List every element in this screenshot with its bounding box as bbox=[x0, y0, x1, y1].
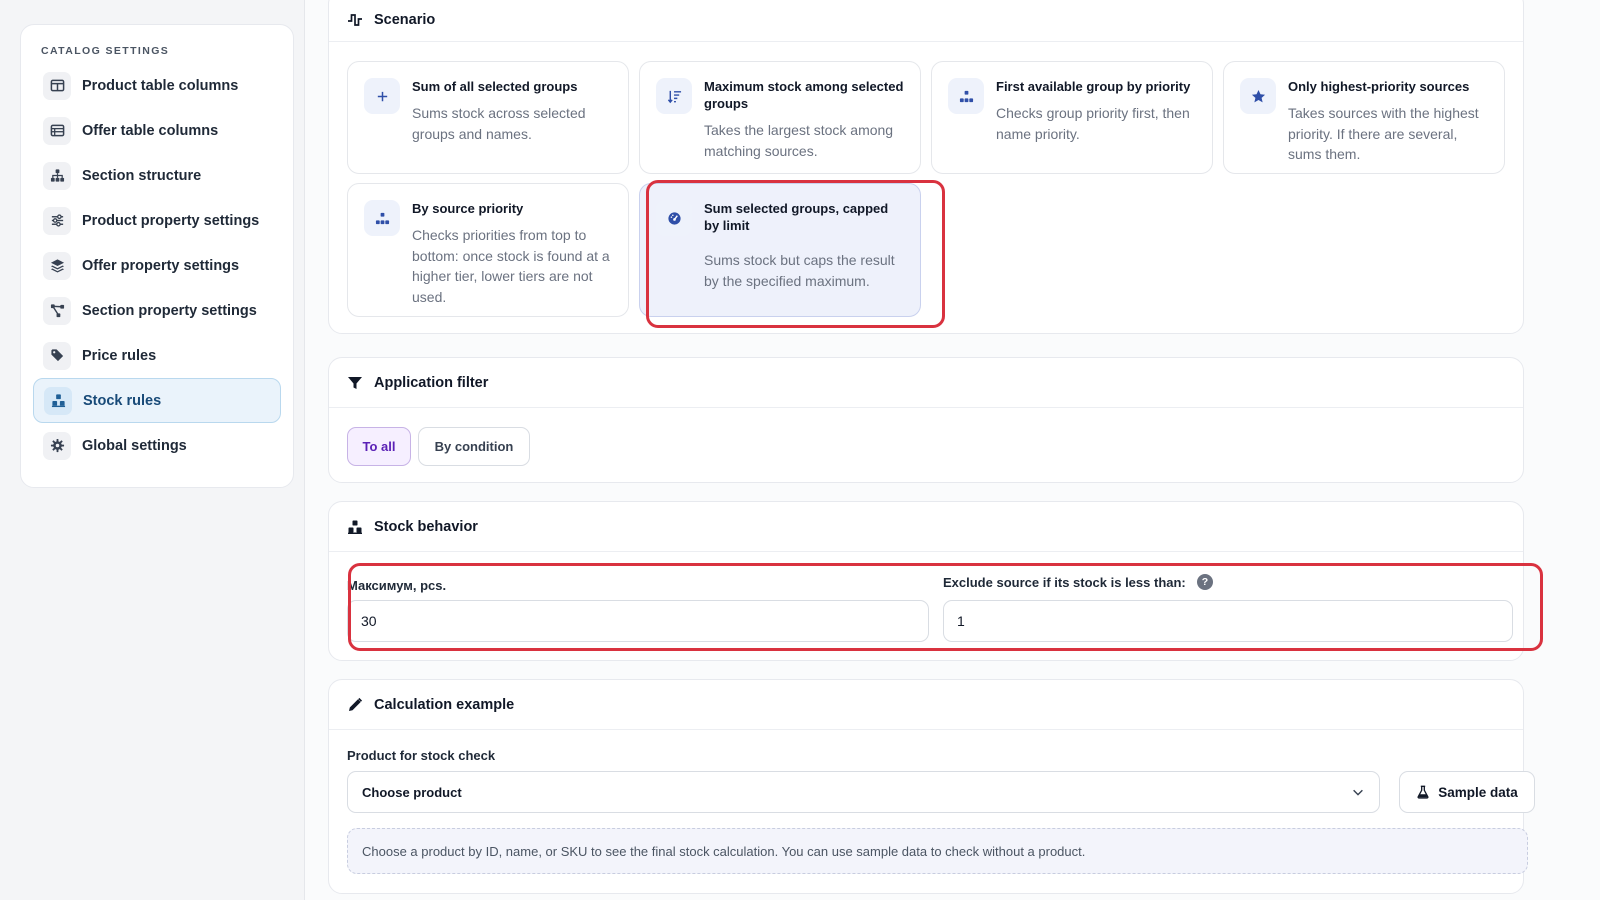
filter-option-to-all[interactable]: To all bbox=[347, 427, 411, 466]
sidebar-item-stock-rules[interactable]: Stock rules bbox=[33, 378, 281, 423]
help-icon[interactable]: ? bbox=[1197, 574, 1213, 590]
sidebar-item-offer-property-settings[interactable]: Offer property settings bbox=[33, 243, 281, 288]
calculation-title: Calculation example bbox=[374, 696, 515, 713]
sidebar-item-label: Section structure bbox=[82, 167, 202, 184]
table-columns-icon bbox=[43, 71, 71, 100]
boxes-icon bbox=[44, 386, 72, 415]
plus-icon bbox=[364, 78, 400, 114]
flask-icon bbox=[1417, 785, 1429, 799]
gauge-icon bbox=[656, 200, 692, 236]
scenario-header: Scenario bbox=[329, 0, 1523, 42]
sidebar-item-global-settings[interactable]: Global settings bbox=[33, 423, 281, 468]
sort-descending-icon bbox=[656, 78, 692, 114]
sidebar-item-price-rules[interactable]: Price rules bbox=[33, 333, 281, 378]
calculation-example-panel: Calculation example Product for stock ch… bbox=[328, 679, 1535, 894]
boxes-icon bbox=[347, 518, 365, 536]
scenario-panel: Scenario Sum of all selected groups Sums… bbox=[328, 0, 1524, 334]
calculation-header: Calculation example bbox=[329, 680, 1523, 730]
card-title: Sum of all selected groups bbox=[412, 79, 578, 94]
scenario-card-first-available[interactable]: First available group by priority Checks… bbox=[931, 61, 1213, 174]
calculation-info: Choose a product by ID, name, or SKU to … bbox=[347, 828, 1528, 874]
card-description: Sums stock across selected groups and na… bbox=[412, 105, 586, 142]
nodes-icon bbox=[43, 296, 71, 325]
product-label: Product for stock check bbox=[347, 748, 496, 763]
hierarchy-icon bbox=[364, 200, 400, 236]
sidebar-item-label: Product table columns bbox=[82, 77, 239, 94]
card-title: Sum selected groups, capped by limit bbox=[704, 201, 889, 233]
scenario-card-sum-all[interactable]: Sum of all selected groups Sums stock ac… bbox=[347, 61, 629, 174]
sidebar-item-label: Section property settings bbox=[82, 302, 257, 319]
pulse-icon bbox=[347, 11, 365, 29]
application-filter-panel: Application filter To all By condition bbox=[328, 357, 1524, 483]
stock-behavior-title: Stock behavior bbox=[374, 518, 478, 535]
product-select[interactable]: Choose product bbox=[347, 771, 1380, 813]
pencil-icon bbox=[347, 696, 365, 714]
sidebar-title: CATALOG SETTINGS bbox=[41, 45, 170, 57]
filter-option-by-condition[interactable]: By condition bbox=[418, 427, 530, 466]
sidebar-divider bbox=[304, 0, 305, 900]
exclude-threshold-label: Exclude source if its stock is less than… bbox=[943, 575, 1186, 590]
sidebar-item-label: Stock rules bbox=[83, 392, 162, 409]
star-icon bbox=[1240, 78, 1276, 114]
sitemap-icon bbox=[43, 161, 71, 190]
card-description: Checks priorities from top to bottom: on… bbox=[412, 227, 610, 305]
card-description: Sums stock but caps the result by the sp… bbox=[704, 252, 895, 289]
tags-icon bbox=[43, 341, 71, 370]
card-description: Checks group priority first, then name p… bbox=[996, 105, 1190, 142]
card-title: By source priority bbox=[412, 201, 524, 216]
card-title: Maximum stock among selected groups bbox=[704, 79, 904, 111]
filter-icon bbox=[347, 374, 365, 392]
sidebar-item-offer-table-columns[interactable]: Offer table columns bbox=[33, 108, 281, 153]
exclude-threshold-input[interactable] bbox=[943, 600, 1513, 642]
card-description: Takes sources with the highest priority.… bbox=[1288, 105, 1479, 162]
stock-behavior-header: Stock behavior bbox=[329, 502, 1523, 552]
product-select-value: Choose product bbox=[362, 784, 462, 800]
layers-icon bbox=[43, 251, 71, 280]
sidebar-item-label: Global settings bbox=[82, 437, 187, 454]
card-title: Only highest-priority sources bbox=[1288, 79, 1470, 94]
filter-title: Application filter bbox=[374, 374, 489, 391]
stock-behavior-panel: Stock behavior Максимум, pcs. Exclude so… bbox=[328, 501, 1524, 661]
sidebar-item-label: Product property settings bbox=[82, 212, 260, 229]
scenario-card-by-source-priority[interactable]: By source priority Checks priorities fro… bbox=[347, 183, 629, 317]
gear-icon bbox=[43, 431, 71, 460]
filter-header: Application filter bbox=[329, 358, 1523, 408]
scenario-card-maximum[interactable]: Maximum stock among selected groups Take… bbox=[639, 61, 921, 174]
scenario-title: Scenario bbox=[374, 12, 436, 28]
sidebar-item-product-property-settings[interactable]: Product property settings bbox=[33, 198, 281, 243]
maximum-label: Максимум, pcs. bbox=[347, 578, 447, 593]
table-list-icon bbox=[43, 116, 71, 145]
sidebar-item-label: Price rules bbox=[82, 347, 157, 364]
scenario-card-highest-priority[interactable]: Only highest-priority sources Takes sour… bbox=[1223, 61, 1505, 174]
card-description: Takes the largest stock among matching s… bbox=[704, 122, 894, 159]
hierarchy-icon bbox=[948, 78, 984, 114]
sidebar-item-product-table-columns[interactable]: Product table columns bbox=[33, 63, 281, 108]
scenario-card-capped-by-limit[interactable]: Sum selected groups, capped by limit Sum… bbox=[639, 183, 921, 317]
sidebar-item-section-property-settings[interactable]: Section property settings bbox=[33, 288, 281, 333]
chevron-down-icon bbox=[1353, 789, 1363, 796]
sidebar-item-section-structure[interactable]: Section structure bbox=[33, 153, 281, 198]
sample-data-button[interactable]: Sample data bbox=[1399, 771, 1535, 813]
maximum-input[interactable] bbox=[347, 600, 929, 642]
sample-data-label: Sample data bbox=[1438, 784, 1518, 800]
sliders-icon bbox=[43, 206, 71, 235]
settings-sidebar: CATALOG SETTINGS Product table columns O… bbox=[20, 24, 294, 488]
card-title: First available group by priority bbox=[996, 79, 1191, 94]
sidebar-item-label: Offer table columns bbox=[82, 122, 219, 139]
sidebar-item-label: Offer property settings bbox=[82, 257, 240, 274]
